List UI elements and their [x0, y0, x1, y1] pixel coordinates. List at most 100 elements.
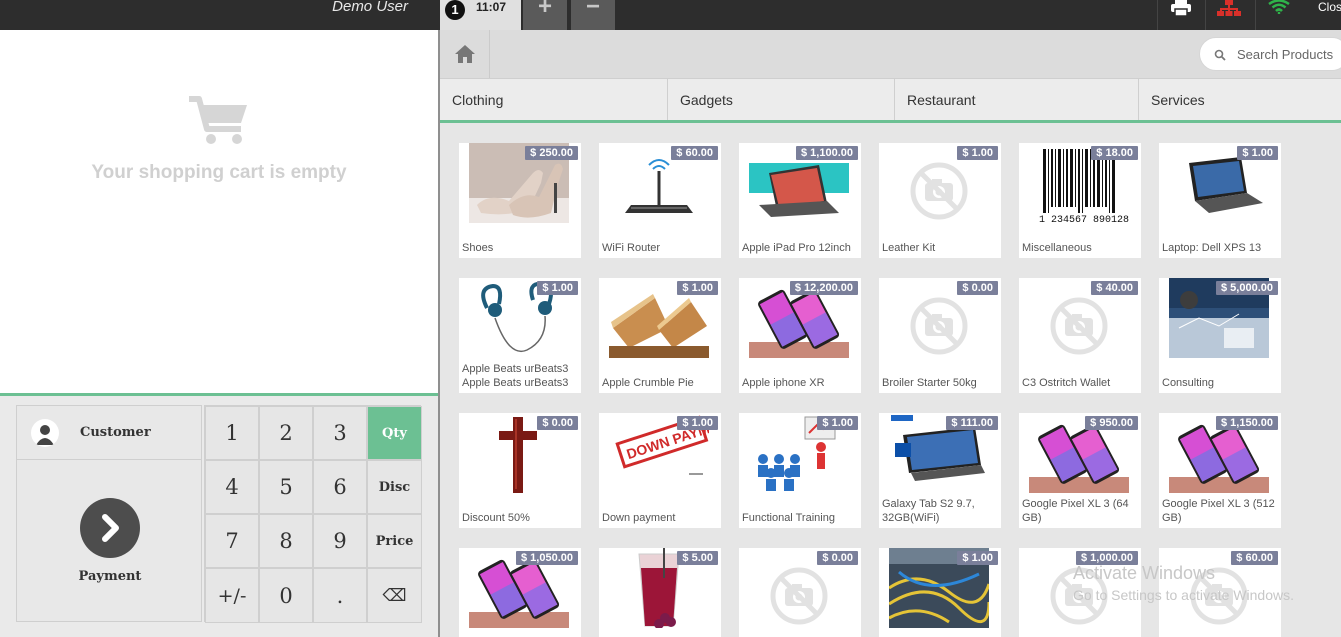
search-input[interactable]: Search Products: [1237, 47, 1333, 62]
category-services[interactable]: Services: [1139, 79, 1341, 121]
product-card[interactable]: $ 5.00: [599, 548, 721, 637]
price-mode-button[interactable]: Price: [367, 514, 422, 568]
price-badge: $ 1.00: [817, 416, 858, 430]
product-card[interactable]: $ 250.00 Shoes: [459, 143, 581, 258]
product-card[interactable]: 1 234567 890128 › $ 18.00 Miscellaneous: [1019, 143, 1141, 258]
avatar: [31, 419, 59, 447]
product-card[interactable]: $ 5,000.00 Consulting: [1159, 278, 1281, 393]
product-card[interactable]: $ 12,200.00 Apple iphone XR: [739, 278, 861, 393]
numpad-key-5[interactable]: 5: [259, 460, 313, 514]
top-bar: Demo User 1 11:07 + − Clos: [0, 0, 1341, 30]
close-button[interactable]: Clos: [1318, 0, 1341, 14]
plus-minus-button[interactable]: +/-: [205, 568, 259, 623]
price-badge: $ 60.00: [671, 146, 718, 160]
search-icon: [1214, 49, 1226, 61]
product-card[interactable]: $ 1.00 Apple Crumble Pie: [599, 278, 721, 393]
product-name: C3 Ostritch Wallet: [1022, 377, 1111, 389]
add-order-button[interactable]: +: [523, 0, 567, 30]
product-card[interactable]: $ 1,050.00: [459, 548, 581, 637]
home-icon: [454, 45, 475, 63]
payment-button[interactable]: Payment: [16, 459, 202, 622]
product-card[interactable]: $ 111.00 Galaxy Tab S2 9.7, 32GB(WiFi): [879, 413, 1001, 528]
qty-mode-button[interactable]: Qty: [367, 406, 422, 460]
numpad-key-2[interactable]: 2: [259, 406, 313, 460]
product-card[interactable]: $ 1.00 Apple Beats urBeats3 Apple Beats u…: [459, 278, 581, 393]
user-name[interactable]: Demo User: [0, 0, 438, 30]
numpad-key-6[interactable]: 6: [313, 460, 367, 514]
product-card[interactable]: $ 1.00 Leather Kit: [879, 143, 1001, 258]
wifi-icon: [1268, 0, 1290, 14]
numpad-key-9[interactable]: 9: [313, 514, 367, 568]
price-badge: $ 5.00: [677, 551, 718, 565]
shopping-cart-icon: [189, 96, 247, 144]
sitemap-icon: [1217, 0, 1241, 16]
product-name: Google Pixel XL 3 (512 GB): [1162, 498, 1275, 524]
product-name: Laptop: Dell XPS 13: [1162, 242, 1262, 254]
remove-order-button[interactable]: −: [571, 0, 615, 30]
category-restaurant[interactable]: Restaurant: [895, 79, 1139, 121]
disc-mode-button[interactable]: Disc: [367, 460, 422, 514]
cart-panel: Your shopping cart is empty: [0, 30, 438, 393]
price-badge: $ 12,200.00: [789, 281, 858, 295]
price-badge: $ 5,000.00: [1216, 281, 1278, 295]
price-badge: $ 1.00: [1237, 146, 1278, 160]
search-box[interactable]: Search Products: [1199, 37, 1341, 71]
numpad: 1 2 3 Qty 4 5 6 Disc 7 8 9 Price +/- 0 .…: [204, 405, 422, 623]
product-card[interactable]: $ 0.00: [739, 548, 861, 637]
product-card[interactable]: $ 950.00 Google Pixel XL 3 (64 GB): [1019, 413, 1141, 528]
category-gadgets[interactable]: Gadgets: [668, 79, 895, 121]
price-badge: $ 111.00: [946, 416, 998, 430]
numpad-key-8[interactable]: 8: [259, 514, 313, 568]
price-badge: $ 0.00: [957, 281, 998, 295]
product-card[interactable]: $ 60.00 WiFi Router: [599, 143, 721, 258]
product-name: Discount 50%: [462, 512, 530, 524]
numpad-key-3[interactable]: 3: [313, 406, 367, 460]
product-card[interactable]: $ 1.00 Functional Training: [739, 413, 861, 528]
price-badge: $ 1,150.00: [1216, 416, 1278, 430]
chevron-right-icon: [102, 514, 119, 542]
product-card[interactable]: $ 1,100.00 Apple iPad Pro 12inch: [739, 143, 861, 258]
numpad-key-0[interactable]: 0: [259, 568, 313, 623]
product-card[interactable]: $ 0.00 Broiler Starter 50kg: [879, 278, 1001, 393]
price-badge: $ 1.00: [957, 551, 998, 565]
product-name: Apple Crumble Pie: [602, 377, 694, 389]
windows-watermark-subtitle: Go to Settings to activate Windows.: [1073, 587, 1294, 603]
customer-label: Customer: [80, 425, 151, 440]
controls-panel: Customer Payment 1 2 3 Qty 4 5 6 Disc 7 …: [0, 396, 438, 637]
backspace-button[interactable]: ⌫: [367, 568, 422, 623]
product-card[interactable]: DOWN PAYMENT $ 1.00 Down payment: [599, 413, 721, 528]
customer-button[interactable]: Customer: [16, 405, 202, 460]
price-badge: $ 40.00: [1091, 281, 1138, 295]
order-time: 11:07: [476, 0, 507, 14]
product-grid: $ 250.00 Shoes $ 60.00 WiFi Router $ 1,100.0…: [440, 123, 1341, 637]
product-card[interactable]: $ 40.00 C3 Ostritch Wallet: [1019, 278, 1141, 393]
category-clothing[interactable]: Clothing: [440, 79, 668, 121]
numpad-key-1[interactable]: 1: [205, 406, 259, 460]
network-button[interactable]: [1205, 0, 1252, 30]
svg-text:1 234567 890128 ›: 1 234567 890128 ›: [1039, 215, 1129, 223]
user-icon: [36, 425, 54, 445]
product-card[interactable]: $ 1.00 Laptop: Dell XPS 13: [1159, 143, 1281, 258]
product-name: Functional Training: [742, 512, 835, 524]
print-button[interactable]: [1157, 0, 1204, 30]
printer-icon: [1171, 0, 1191, 16]
windows-watermark-title: Activate Windows: [1073, 563, 1216, 583]
price-badge: $ 1.00: [677, 416, 718, 430]
price-badge: $ 1.00: [677, 281, 718, 295]
product-name: Leather Kit: [882, 242, 936, 254]
price-badge: $ 950.00: [1085, 416, 1138, 430]
numpad-key-7[interactable]: 7: [205, 514, 259, 568]
wifi-status[interactable]: [1255, 0, 1302, 30]
product-card[interactable]: $ 1.00: [879, 548, 1001, 637]
product-name: Apple iPad Pro 12inch: [742, 242, 851, 254]
product-card[interactable]: $ 1,150.00 Google Pixel XL 3 (512 GB): [1159, 413, 1281, 528]
price-badge: $ 60.00: [1231, 551, 1278, 565]
price-badge: $ 1.00: [957, 146, 998, 160]
decimal-point-button[interactable]: .: [313, 568, 367, 623]
product-name: Shoes: [462, 242, 494, 254]
order-tab[interactable]: 1 11:07: [440, 0, 521, 30]
numpad-key-4[interactable]: 4: [205, 460, 259, 514]
product-card[interactable]: $ 0.00 Discount 50%: [459, 413, 581, 528]
price-badge: $ 250.00: [525, 146, 578, 160]
home-button[interactable]: [440, 30, 490, 78]
